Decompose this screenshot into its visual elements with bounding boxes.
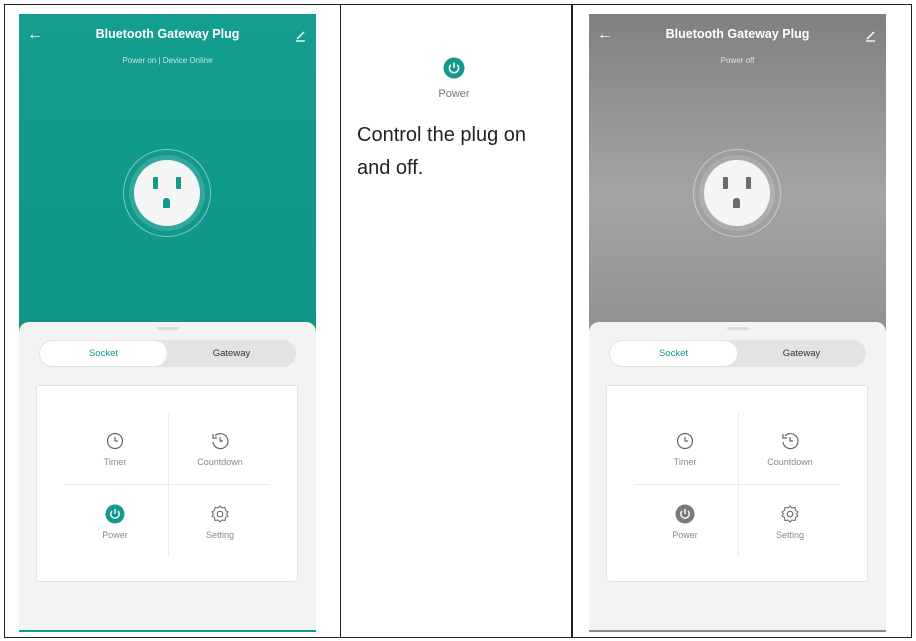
control-sheet: Socket Gateway Timer Countdown Power Set… bbox=[589, 322, 886, 632]
clock-icon bbox=[105, 431, 125, 451]
power-label: Power bbox=[102, 530, 128, 540]
power-icon bbox=[105, 504, 125, 524]
sheet-bottom-line bbox=[589, 630, 886, 632]
timer-label: Timer bbox=[673, 457, 697, 467]
sheet-bottom-line bbox=[19, 630, 316, 632]
header-panel: ← Bluetooth Gateway Plug Power off bbox=[589, 14, 886, 344]
tab-socket[interactable]: Socket bbox=[40, 341, 167, 366]
setting-tile[interactable]: Setting bbox=[735, 504, 845, 564]
sheet-grabber[interactable] bbox=[157, 327, 179, 330]
power-label: Power bbox=[672, 530, 698, 540]
setting-label: Setting bbox=[205, 530, 235, 540]
edit-pencil-icon[interactable] bbox=[859, 24, 881, 46]
countdown-icon bbox=[780, 431, 800, 451]
outlet-icon[interactable] bbox=[704, 160, 770, 226]
device-title: Bluetooth Gateway Plug bbox=[665, 27, 810, 41]
outlet-slot-left bbox=[723, 177, 728, 189]
tab-gateway[interactable]: Gateway bbox=[168, 341, 295, 366]
tab-socket[interactable]: Socket bbox=[610, 341, 737, 366]
function-card: Timer Countdown Power Setting bbox=[606, 385, 868, 582]
setting-label: Setting bbox=[775, 530, 805, 540]
countdown-label: Countdown bbox=[197, 457, 243, 467]
device-title: Bluetooth Gateway Plug bbox=[95, 27, 240, 41]
outlet-icon[interactable] bbox=[134, 160, 200, 226]
outlet-slot-left bbox=[153, 177, 158, 189]
phone-power-off: ← Bluetooth Gateway Plug Power off Socke… bbox=[589, 14, 886, 632]
outlet-slot-right bbox=[176, 177, 181, 189]
sheet-grabber[interactable] bbox=[727, 327, 749, 330]
phone-power-on: ← Bluetooth Gateway Plug Power on | Devi… bbox=[19, 14, 316, 632]
power-description: Control the plug on and off. bbox=[357, 124, 527, 179]
timer-tile[interactable]: Timer bbox=[60, 431, 170, 491]
power-caption: Power bbox=[438, 88, 470, 100]
outlet-slot-right bbox=[746, 177, 751, 189]
tab-switcher: Socket Gateway bbox=[609, 340, 866, 367]
clock-icon bbox=[675, 431, 695, 451]
countdown-label: Countdown bbox=[767, 457, 813, 467]
countdown-icon bbox=[210, 431, 230, 451]
header-panel: ← Bluetooth Gateway Plug Power on | Devi… bbox=[19, 14, 316, 344]
edit-pencil-icon[interactable] bbox=[289, 24, 311, 46]
setting-tile[interactable]: Setting bbox=[165, 504, 275, 564]
control-sheet: Socket Gateway Timer Countdown Power Set… bbox=[19, 322, 316, 632]
power-icon bbox=[443, 57, 465, 79]
gear-icon bbox=[210, 504, 230, 524]
tab-gateway[interactable]: Gateway bbox=[738, 341, 865, 366]
device-status: Power off bbox=[720, 56, 755, 65]
function-card: Timer Countdown Power Setting bbox=[36, 385, 298, 582]
outlet-ground bbox=[733, 198, 740, 208]
back-arrow-icon[interactable]: ← bbox=[24, 24, 46, 46]
device-status: Power on | Device Online bbox=[122, 56, 213, 65]
countdown-tile[interactable]: Countdown bbox=[165, 431, 275, 491]
tab-switcher: Socket Gateway bbox=[39, 340, 296, 367]
back-arrow-icon[interactable]: ← bbox=[594, 24, 616, 46]
power-tile[interactable]: Power bbox=[60, 504, 170, 564]
timer-tile[interactable]: Timer bbox=[630, 431, 740, 491]
outlet-ground bbox=[163, 198, 170, 208]
gear-icon bbox=[780, 504, 800, 524]
power-tile[interactable]: Power bbox=[630, 504, 740, 564]
power-icon bbox=[675, 504, 695, 524]
timer-label: Timer bbox=[103, 457, 127, 467]
countdown-tile[interactable]: Countdown bbox=[735, 431, 845, 491]
